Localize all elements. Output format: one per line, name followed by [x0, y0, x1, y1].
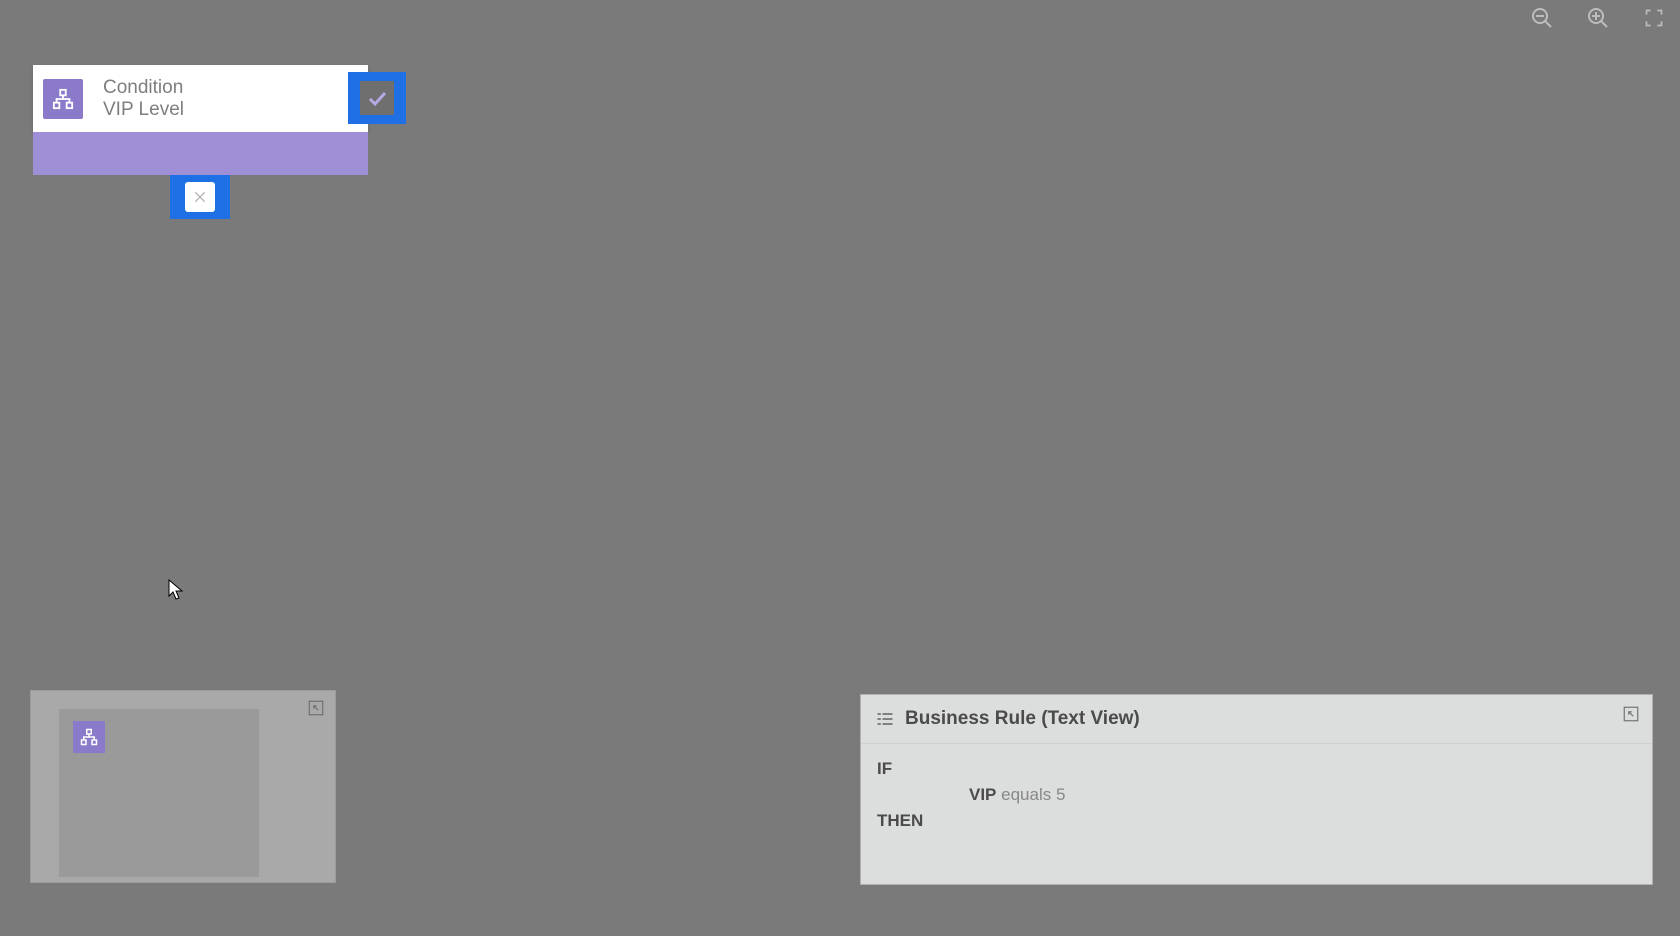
condition-node-footer: [33, 132, 368, 175]
text-view-body: IF VIP equals 5 THEN: [861, 744, 1652, 846]
expand-minimap-icon[interactable]: [307, 699, 325, 717]
business-rule-text-view: Business Rule (Text View) IF VIP equals …: [860, 694, 1653, 885]
text-view-title: Business Rule (Text View): [905, 708, 1140, 730]
then-keyword: THEN: [877, 811, 923, 831]
minimap-panel[interactable]: [30, 690, 336, 883]
rule-field: VIP: [969, 785, 996, 805]
condition-node-text: Condition VIP Level: [103, 77, 184, 121]
mouse-cursor-icon: [168, 579, 184, 601]
condition-node-card[interactable]: Condition VIP Level: [33, 65, 368, 132]
condition-node[interactable]: Condition VIP Level: [33, 65, 368, 132]
zoom-in-icon[interactable]: [1584, 4, 1612, 32]
canvas-toolbar: [1528, 4, 1668, 32]
condition-icon: [43, 79, 83, 119]
checkmark-icon: [360, 81, 394, 115]
condition-yes-port[interactable]: [348, 72, 406, 124]
text-view-header: Business Rule (Text View): [861, 695, 1652, 744]
rule-expression: VIP equals 5: [969, 782, 1636, 808]
condition-name-label: VIP Level: [103, 99, 184, 121]
if-keyword: IF: [877, 759, 892, 779]
minimap-condition-node: [73, 721, 105, 753]
expand-text-view-icon[interactable]: [1622, 705, 1642, 725]
zoom-out-icon[interactable]: [1528, 4, 1556, 32]
fit-screen-icon[interactable]: [1640, 4, 1668, 32]
condition-type-label: Condition: [103, 77, 184, 99]
rule-condition: equals 5: [1001, 785, 1065, 805]
condition-no-port[interactable]: [170, 175, 230, 219]
text-view-icon: [875, 709, 895, 729]
close-icon: [185, 182, 215, 212]
